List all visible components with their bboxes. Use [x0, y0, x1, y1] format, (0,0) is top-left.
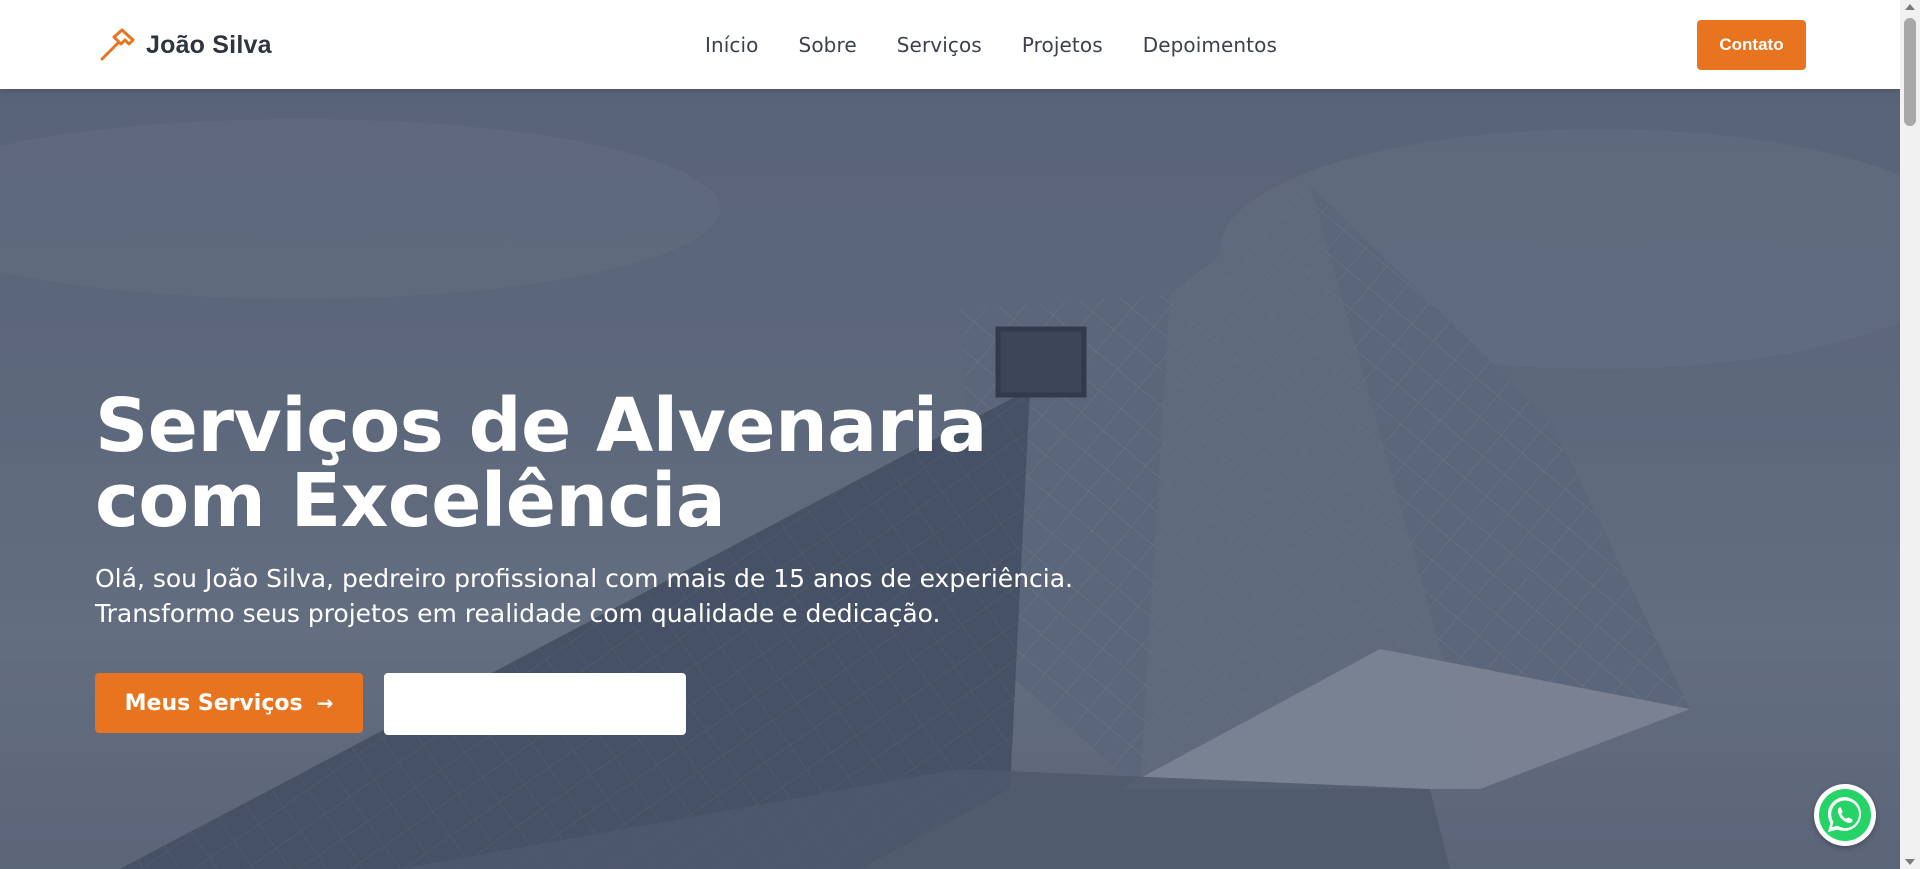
hero-buttons: Meus Serviços → [95, 673, 1095, 735]
hero-section: Serviços de Alvenaria com Excelência Olá… [0, 89, 1900, 869]
nav-item-projetos[interactable]: Projetos [1022, 33, 1103, 57]
hammer-icon [100, 28, 135, 61]
whatsapp-icon [1819, 789, 1871, 841]
page-scrollbar[interactable] [1900, 0, 1920, 869]
scroll-up-arrow[interactable] [1905, 4, 1915, 10]
arrow-right-icon: → [316, 691, 334, 715]
hero-subtitle-line-1: Olá, sou João Silva, pedreiro profission… [95, 564, 1073, 593]
hero-title: Serviços de Alvenaria com Excelência [95, 389, 995, 539]
contact-button[interactable]: Contato [1697, 20, 1806, 70]
services-button-label: Meus Serviços [124, 690, 303, 716]
main-nav: Início Sobre Serviços Projetos Depoiment… [705, 33, 1277, 57]
hero-subtitle-line-2: Transformo seus projetos em realidade co… [95, 599, 941, 628]
services-button[interactable]: Meus Serviços → [95, 673, 363, 733]
nav-item-servicos[interactable]: Serviços [897, 33, 982, 57]
scroll-thumb[interactable] [1904, 18, 1916, 126]
site-header: João Silva Início Sobre Serviços Projeto… [0, 0, 1900, 89]
secondary-button[interactable] [384, 673, 686, 735]
hero-title-line-2: com Excelência [95, 458, 726, 544]
brand-name: João Silva [146, 30, 272, 59]
scroll-down-arrow[interactable] [1905, 859, 1915, 865]
hero-title-line-1: Serviços de Alvenaria [95, 383, 988, 469]
brand[interactable]: João Silva [98, 27, 272, 63]
whatsapp-button[interactable] [1814, 784, 1876, 846]
nav-item-sobre[interactable]: Sobre [799, 33, 857, 57]
nav-item-inicio[interactable]: Início [705, 33, 759, 57]
hero-subtitle: Olá, sou João Silva, pedreiro profission… [95, 561, 1095, 631]
hero-content: Serviços de Alvenaria com Excelência Olá… [95, 389, 1095, 735]
nav-item-depoimentos[interactable]: Depoimentos [1143, 33, 1277, 57]
